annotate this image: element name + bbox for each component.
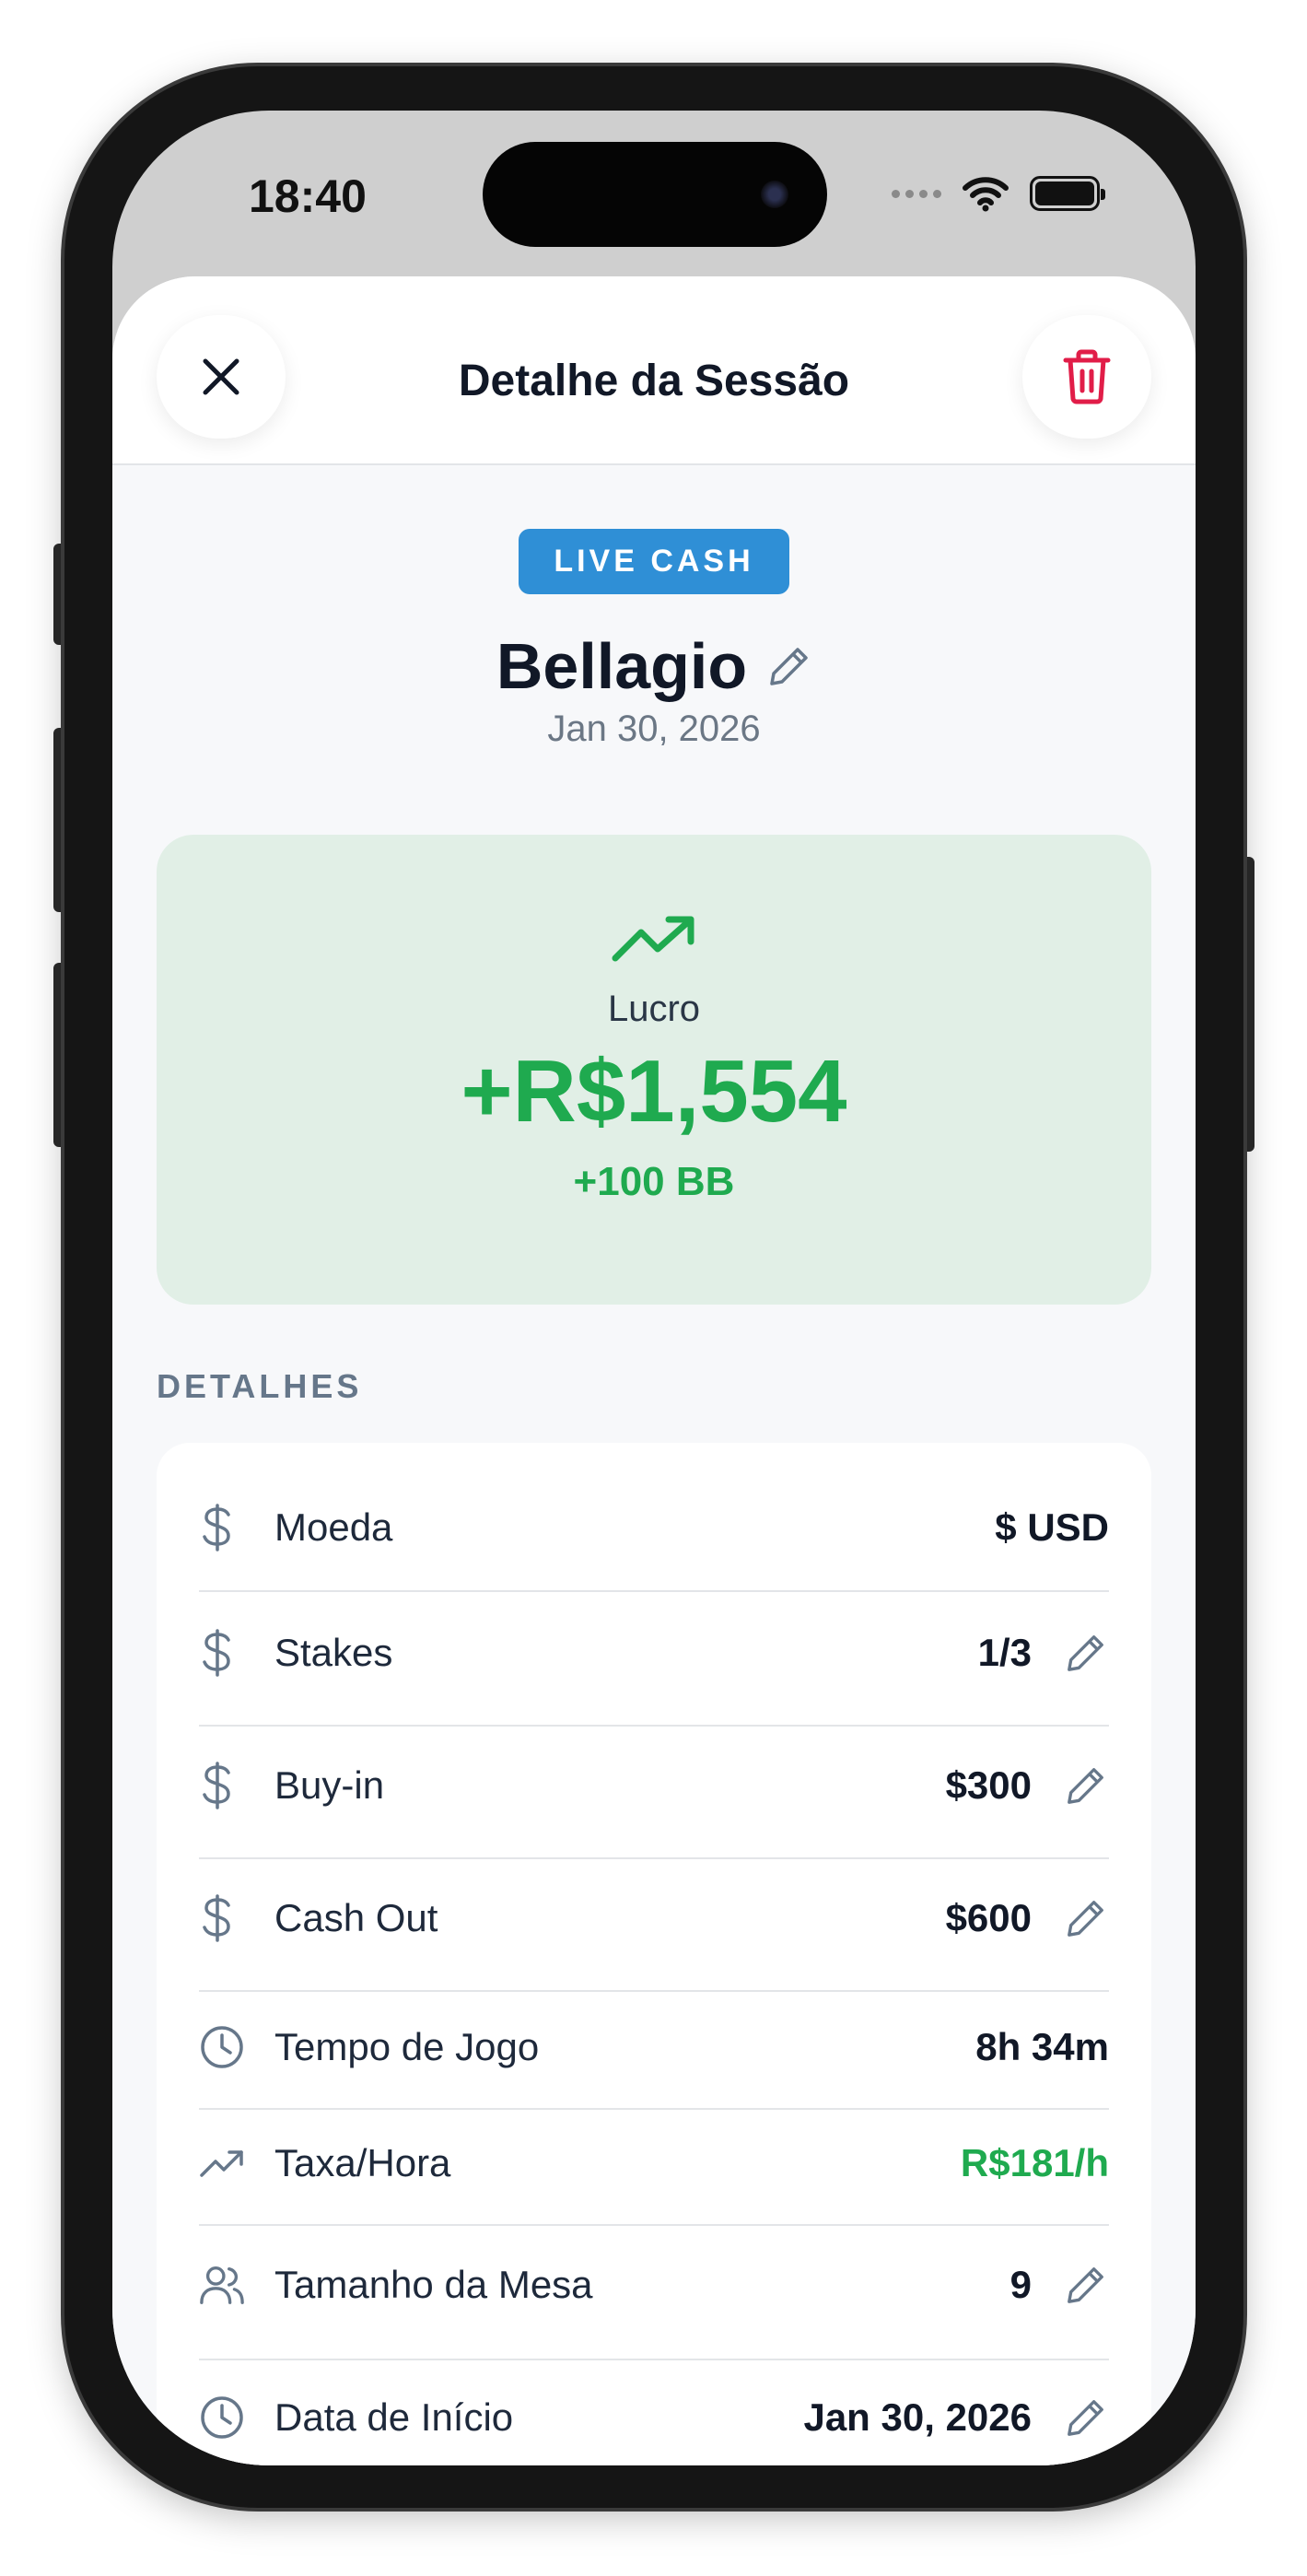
cellular-signal-icon xyxy=(892,189,941,198)
edit-pencil-icon[interactable] xyxy=(1063,2264,1109,2306)
details-card: Moeda $ USD Stakes 1/3 Buy-in $300 Cash … xyxy=(157,1443,1151,2465)
detail-value: $300 xyxy=(945,1763,1032,1807)
detail-value: R$181/h xyxy=(960,2141,1109,2184)
divider xyxy=(199,1990,1109,1992)
detail-value: Jan 30, 2026 xyxy=(803,2395,1032,2439)
wifi-icon xyxy=(963,177,1009,212)
detail-value: 8h 34m xyxy=(975,2025,1109,2068)
divider xyxy=(199,1725,1109,1727)
profit-label: Lucro xyxy=(607,989,701,1029)
detail-row-stakes[interactable]: Stakes 1/3 xyxy=(199,1620,1109,1686)
edit-pencil-icon[interactable] xyxy=(1063,1764,1109,1807)
venue-name: Bellagio xyxy=(496,630,748,702)
detail-row-data-de-inicio[interactable]: Data de Início Jan 30, 2026 xyxy=(199,2384,1109,2451)
detail-label: Stakes xyxy=(274,1631,393,1674)
profit-amount: +R$1,554 xyxy=(461,1042,847,1141)
detail-label: Tempo de Jogo xyxy=(274,2025,540,2068)
session-date: Jan 30, 2026 xyxy=(547,708,761,749)
detail-row-tempo-de-jogo: Tempo de Jogo 8h 34m xyxy=(199,2014,1109,2080)
detail-row-taxa-hora: Taxa/Hora R$181/h xyxy=(199,2130,1109,2196)
dollar-icon xyxy=(199,1762,245,1809)
nav-bar: Detalhe da Sessão xyxy=(112,276,1196,465)
divider xyxy=(199,2108,1109,2110)
trending-up-icon xyxy=(199,2148,245,2179)
session-detail-sheet: Detalhe da Sessão LIVE CASH Bellagio Jan… xyxy=(112,276,1196,2465)
detail-value: $ USD xyxy=(995,1505,1109,1549)
users-icon xyxy=(199,2263,245,2307)
divider xyxy=(199,2359,1109,2360)
detail-row-tamanho-da-mesa[interactable]: Tamanho da Mesa 9 xyxy=(199,2252,1109,2318)
section-title-details: DETALHES xyxy=(157,1367,363,1405)
detail-row-cash-out[interactable]: Cash Out $600 xyxy=(199,1885,1109,1951)
status-bar: 18:40 xyxy=(112,111,1196,286)
trash-icon xyxy=(1063,349,1111,404)
detail-label: Taxa/Hora xyxy=(274,2141,451,2184)
dollar-icon xyxy=(199,1894,245,1942)
status-icons xyxy=(892,175,1105,212)
session-header: LIVE CASH Bellagio Jan 30, 2026 xyxy=(112,529,1196,750)
detail-label: Moeda xyxy=(274,1505,393,1549)
detail-value: 9 xyxy=(1009,2263,1032,2306)
edit-pencil-icon[interactable] xyxy=(1063,1897,1109,1939)
divider xyxy=(199,1590,1109,1592)
detail-label: Tamanho da Mesa xyxy=(274,2263,593,2306)
edit-pencil-icon[interactable] xyxy=(1063,2396,1109,2439)
edit-pencil-icon[interactable] xyxy=(1063,1632,1109,1674)
clock-icon xyxy=(199,2024,245,2070)
detail-label: Buy-in xyxy=(274,1763,385,1807)
divider xyxy=(199,1857,1109,1859)
detail-label: Data de Início xyxy=(274,2395,514,2439)
detail-row-buy-in[interactable]: Buy-in $300 xyxy=(199,1752,1109,1819)
profit-big-blinds: +100 BB xyxy=(573,1159,735,1204)
detail-label: Cash Out xyxy=(274,1896,438,1939)
screen: 18:40 Detalhe da Sessão LIVE CASH Bellag… xyxy=(112,111,1196,2465)
dynamic-island xyxy=(483,142,827,247)
delete-button[interactable] xyxy=(1022,315,1151,439)
battery-icon xyxy=(1030,176,1105,211)
detail-row-moeda: Moeda $ USD xyxy=(199,1494,1109,1561)
dollar-icon xyxy=(199,1504,245,1551)
power-button[interactable] xyxy=(1242,857,1254,1152)
trending-up-icon xyxy=(612,916,694,962)
dollar-icon xyxy=(199,1629,245,1677)
clock-icon xyxy=(199,2395,245,2441)
session-type-badge: LIVE CASH xyxy=(519,529,789,594)
camera-lens-icon xyxy=(761,181,788,208)
detail-value: $600 xyxy=(945,1896,1032,1939)
venue-row: Bellagio xyxy=(112,629,1196,703)
divider xyxy=(199,2224,1109,2226)
detail-value: 1/3 xyxy=(977,1631,1032,1674)
edit-venue-icon[interactable] xyxy=(767,644,811,688)
status-time: 18:40 xyxy=(249,170,367,222)
profit-card: Lucro +R$1,554 +100 BB xyxy=(157,835,1151,1305)
